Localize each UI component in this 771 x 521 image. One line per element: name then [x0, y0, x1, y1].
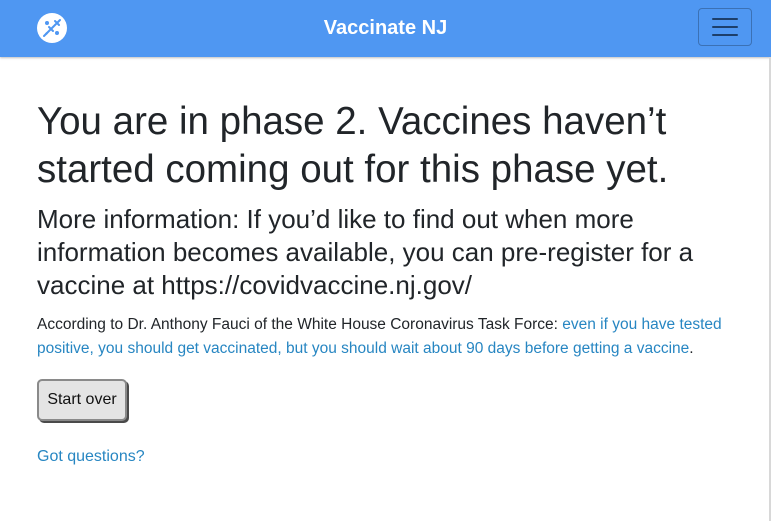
got-questions-link[interactable]: Got questions? — [37, 448, 145, 466]
start-over-button[interactable]: Start over — [37, 379, 127, 421]
phase-heading: You are in phase 2. Vaccines haven’t sta… — [37, 100, 669, 191]
navbar: Vaccinate NJ — [0, 0, 771, 57]
brand-title[interactable]: Vaccinate NJ — [0, 16, 771, 40]
fauci-quote: According to Dr. Anthony Fauci of the Wh… — [37, 313, 737, 361]
hamburger-menu-icon — [712, 18, 738, 20]
quote-suffix: . — [689, 340, 694, 357]
quote-prefix: According to Dr. Anthony Fauci of the Wh… — [37, 316, 563, 333]
more-information-heading: More information: If you’d like to find … — [37, 204, 694, 300]
menu-toggle-button[interactable] — [698, 8, 752, 46]
main-content: You are in phase 2. Vaccines haven’t sta… — [37, 98, 737, 466]
